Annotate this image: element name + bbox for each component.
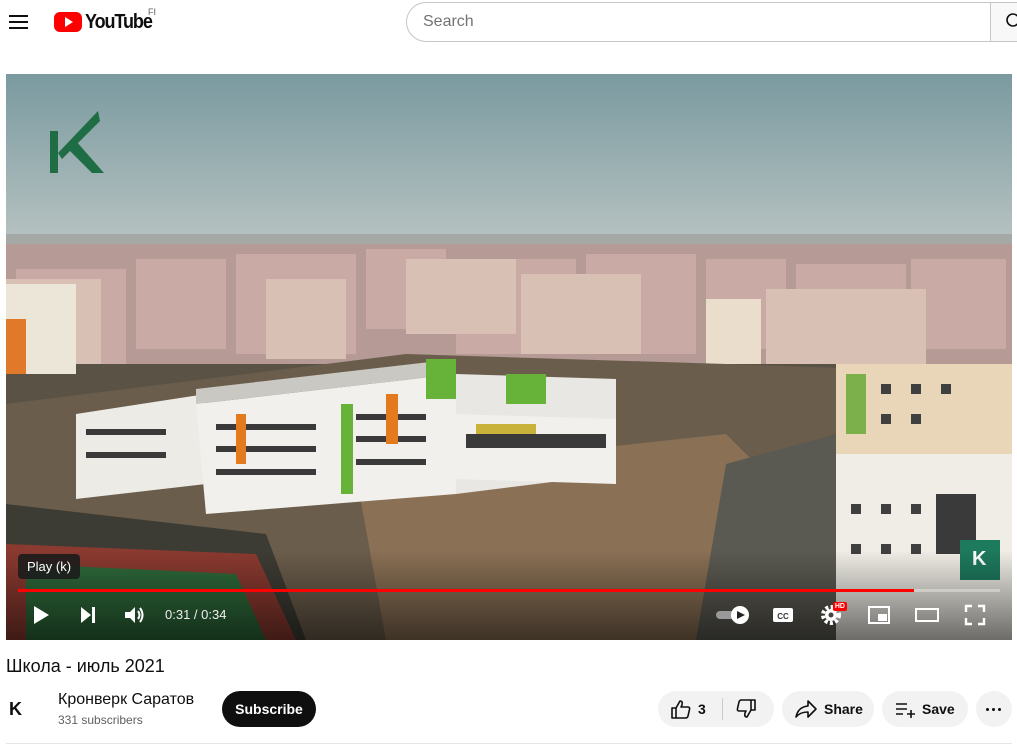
- volume-icon: [125, 607, 144, 623]
- miniplayer-icon: [868, 606, 890, 624]
- save-icon: [896, 703, 915, 718]
- like-button[interactable]: 3: [658, 691, 722, 727]
- theater-icon: [915, 608, 939, 622]
- svg-text:CC: CC: [777, 612, 789, 621]
- search-button[interactable]: [990, 2, 1017, 42]
- next-button[interactable]: [70, 600, 106, 630]
- youtube-logo[interactable]: YouTube: [54, 11, 159, 33]
- share-label: Share: [824, 701, 863, 717]
- save-label: Save: [922, 701, 955, 717]
- play-icon: [34, 606, 49, 624]
- channel-avatar[interactable]: K: [6, 691, 46, 731]
- search-box: [406, 2, 1017, 42]
- menu-icon[interactable]: [7, 10, 31, 34]
- masthead: YouTube FI: [0, 0, 1017, 48]
- captions-button[interactable]: CC: [765, 600, 801, 630]
- divider: [6, 743, 1012, 744]
- dislike-button[interactable]: [723, 691, 774, 727]
- like-count: 3: [698, 701, 706, 717]
- play-button[interactable]: [23, 600, 59, 630]
- autoplay-toggle-icon: [716, 606, 749, 624]
- search-input[interactable]: [406, 2, 1006, 42]
- video-player[interactable]: K Play (k) 0:31 / 0:34 CC HD: [6, 74, 1012, 640]
- country-code: FI: [148, 7, 156, 17]
- play-tooltip: Play (k): [18, 554, 81, 579]
- logo-text: YouTube: [85, 10, 153, 33]
- theater-button[interactable]: [909, 600, 945, 630]
- miniplayer-button[interactable]: [861, 600, 897, 630]
- captions-icon: CC: [773, 608, 793, 622]
- search-icon: [1006, 13, 1017, 27]
- next-icon: [81, 607, 95, 623]
- save-button[interactable]: Save: [882, 691, 968, 727]
- hd-badge: HD: [832, 602, 847, 611]
- share-icon: [795, 700, 817, 718]
- subscribe-button[interactable]: Subscribe: [222, 691, 316, 727]
- video-title: Школа - июль 2021: [6, 656, 165, 676]
- share-button[interactable]: Share: [782, 691, 874, 727]
- progress-bar[interactable]: [18, 589, 1000, 592]
- dislike-icon: [736, 699, 756, 718]
- volume-button[interactable]: [117, 600, 153, 630]
- progress-played: [18, 589, 914, 592]
- fullscreen-icon: [964, 604, 986, 626]
- youtube-logo-icon: [54, 12, 82, 32]
- settings-button[interactable]: HD: [813, 600, 849, 630]
- like-icon: [671, 700, 691, 719]
- more-icon: [986, 708, 989, 711]
- channel-watermark-icon: [50, 111, 104, 173]
- autoplay-toggle[interactable]: [714, 600, 754, 630]
- time-display: 0:31 / 0:34: [165, 607, 227, 622]
- more-actions-button[interactable]: [976, 691, 1012, 727]
- fullscreen-button[interactable]: [957, 600, 993, 630]
- like-dislike-group: 3: [658, 691, 774, 727]
- channel-name[interactable]: Кронверк Саратов: [58, 691, 194, 709]
- subscriber-count: 331 subscribers: [58, 713, 143, 727]
